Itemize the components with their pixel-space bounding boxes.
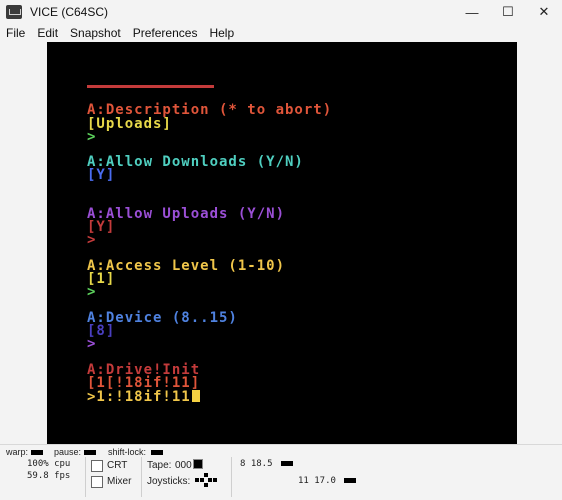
c64-screen[interactable]: A:Description (* to abort) [Uploads] > A… [47,42,517,444]
joystick-indicator-icon[interactable] [195,473,217,487]
menu-snapshot[interactable]: Snapshot [64,26,127,40]
status-separator [85,457,86,497]
drive-8-led [281,461,293,466]
tape-control-icon[interactable] [193,459,203,469]
drive-11-status: 11 17.0 [298,476,336,486]
title-bar: VICE (C64SC) — ☐ ✕ [0,0,562,24]
window-controls: — ☐ ✕ [454,0,562,24]
mixer-label: Mixer [107,476,132,487]
input-text-drive-init: >1:!18if!11 [87,389,191,405]
cpu-usage: 100% cpu [27,459,71,469]
screen-divider [87,85,214,88]
tape-label: Tape: [147,460,172,471]
minimize-button[interactable]: — [454,0,490,24]
status-separator [231,457,232,497]
input-line-drive-init[interactable]: >1:!18if!11 [87,390,200,404]
maximize-button[interactable]: ☐ [490,0,526,24]
prompt-allow-uploads: A:Allow Uploads (Y/N) [87,206,286,222]
window-title: VICE (C64SC) [30,5,109,19]
value-description: [Uploads] [87,116,172,132]
shift-lock-indicator [151,450,163,455]
input-caret-allow-uploads: > [87,232,97,248]
pause-indicator [84,450,96,455]
text-cursor [191,390,200,402]
vice-app-icon [6,5,22,19]
value-allow-downloads: [Y] [87,167,116,183]
close-button[interactable]: ✕ [526,0,562,24]
shift-lock-label: shift-lock: [108,447,147,457]
status-bar: warp: pause: shift-lock: 100% cpu 59.8 f… [0,444,562,500]
drive-11-led [344,478,356,483]
pause-label: pause: [54,447,82,457]
menu-help[interactable]: Help [203,26,240,40]
crt-label: CRT [107,460,128,471]
input-caret-access-level: > [87,284,97,300]
prompt-access-level: A:Access Level (1-10) [87,258,286,274]
status-separator [141,457,142,497]
warp-label: warp: [6,447,29,457]
joysticks-label: Joysticks: [147,476,191,487]
warp-indicator [31,450,43,455]
crt-checkbox[interactable] [91,460,103,472]
menu-edit[interactable]: Edit [31,26,64,40]
menu-bar: File Edit Snapshot Preferences Help [0,24,562,42]
input-caret-description: > [87,129,97,145]
input-caret-device: > [87,336,97,352]
drive-8-status: 8 18.5 [240,459,273,469]
mixer-checkbox[interactable] [91,476,103,488]
menu-file[interactable]: File [0,26,31,40]
frame-rate: 59.8 fps [27,471,71,481]
prompt-allow-downloads: A:Allow Downloads (Y/N) [87,154,304,170]
menu-preferences[interactable]: Preferences [127,26,204,40]
tape-counter: 000 [175,460,192,471]
emulator-display-area: A:Description (* to abort) [Uploads] > A… [0,42,562,444]
